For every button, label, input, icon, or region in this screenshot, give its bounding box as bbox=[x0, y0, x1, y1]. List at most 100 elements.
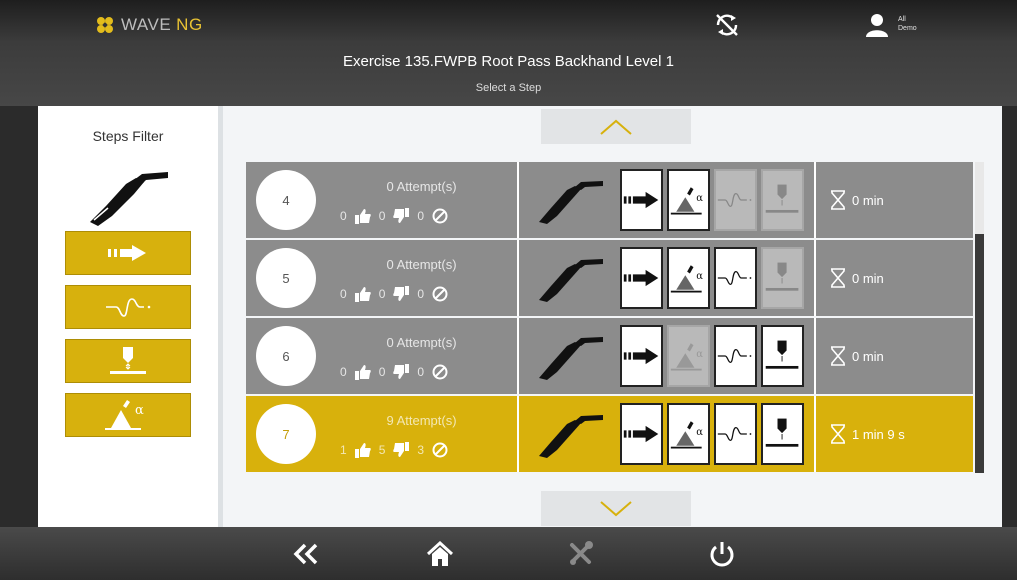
time-spent: 0 min bbox=[852, 270, 884, 286]
attempts-cell: 0 Attempt(s) 0 0 0 bbox=[326, 240, 519, 316]
speed-arrow-icon bbox=[623, 191, 659, 209]
angle-tile: α bbox=[667, 169, 710, 231]
cancel-icon bbox=[432, 442, 448, 458]
tools-icon bbox=[570, 541, 593, 565]
user-name: All Demo bbox=[898, 15, 917, 33]
svg-text:α: α bbox=[696, 193, 703, 204]
time-spent: 0 min bbox=[852, 348, 884, 364]
cancel-count: 0 bbox=[417, 365, 425, 379]
success-count: 0 bbox=[340, 209, 347, 223]
header-bar: WAVE NG All Demo Exercise 135.FWPB Root … bbox=[0, 0, 1017, 106]
filter-wave-button[interactable] bbox=[65, 285, 191, 329]
step-features-cell: α bbox=[519, 162, 816, 238]
attempt-stats: 0 0 0 bbox=[340, 364, 448, 380]
steps-scrollbar[interactable] bbox=[975, 162, 984, 473]
svg-text:α: α bbox=[135, 403, 144, 418]
back-double-chevron-icon bbox=[293, 543, 318, 565]
filter-stickout-button[interactable] bbox=[65, 339, 191, 383]
step-row-4[interactable]: 4 0 Attempt(s) 0 0 0 α 0 min bbox=[246, 162, 973, 238]
welding-torch-icon bbox=[539, 181, 603, 224]
hourglass-icon bbox=[831, 268, 845, 288]
step-features-cell: α bbox=[519, 396, 816, 472]
attempt-stats: 1 5 3 bbox=[340, 442, 448, 458]
stickout-icon bbox=[765, 340, 799, 369]
welding-torch-icon bbox=[90, 172, 168, 226]
step-row-7-selected[interactable]: 7 9 Attempt(s) 1 5 3 α 1 min 9 s bbox=[246, 396, 973, 472]
filter-speed-button[interactable] bbox=[65, 231, 191, 275]
step-row-5[interactable]: 5 0 Attempt(s) 0 0 0 α 0 min bbox=[246, 240, 973, 316]
speed-tile bbox=[620, 169, 663, 231]
brand-wave-text: WAVE bbox=[121, 15, 172, 34]
speed-arrow-icon bbox=[623, 269, 659, 287]
cancel-icon bbox=[432, 286, 448, 302]
stickout-icon bbox=[110, 347, 146, 374]
step-number-cell: 5 bbox=[246, 240, 326, 316]
speed-arrow-icon bbox=[623, 425, 659, 443]
scrollbar-thumb[interactable] bbox=[975, 234, 984, 473]
user-icon bbox=[866, 14, 888, 37]
fail-count: 5 bbox=[378, 443, 386, 457]
time-spent: 1 min 9 s bbox=[852, 426, 905, 442]
wave-signal-icon bbox=[717, 193, 752, 207]
back-button[interactable] bbox=[289, 539, 323, 569]
step-features-cell: α bbox=[519, 240, 816, 316]
angle-tile: α bbox=[667, 325, 710, 387]
hourglass-icon bbox=[831, 424, 845, 444]
wave-signal-icon bbox=[717, 271, 752, 285]
steps-list: 4 0 Attempt(s) 0 0 0 α 0 min 5 0 Attempt… bbox=[246, 162, 973, 473]
angle-icon: α bbox=[670, 265, 703, 293]
filter-angle-button[interactable]: α bbox=[65, 393, 191, 437]
step-row-6[interactable]: 6 0 Attempt(s) 0 0 0 α 0 min bbox=[246, 318, 973, 394]
tools-button[interactable] bbox=[564, 539, 598, 569]
fail-count: 0 bbox=[378, 287, 386, 301]
speed-tile bbox=[620, 325, 663, 387]
attempt-stats: 0 0 0 bbox=[340, 286, 448, 302]
wave-tile bbox=[714, 403, 757, 465]
thumbs-up-icon bbox=[354, 365, 371, 380]
main-panel: Steps Filter α 4 0 Attempt(s) 0 0 0 α 0 … bbox=[38, 106, 1002, 527]
thumbs-down-icon bbox=[393, 286, 410, 301]
fail-count: 0 bbox=[378, 365, 386, 379]
stickout-icon bbox=[765, 418, 799, 447]
wave-signal-icon bbox=[717, 349, 752, 363]
angle-tile: α bbox=[667, 403, 710, 465]
wave-tile bbox=[714, 247, 757, 309]
user-line-2: Demo bbox=[898, 25, 917, 32]
user-account[interactable]: All Demo bbox=[866, 13, 917, 37]
svg-text:α: α bbox=[696, 427, 703, 438]
wave-tile bbox=[714, 169, 757, 231]
cancel-count: 3 bbox=[417, 443, 425, 457]
stickout-icon bbox=[765, 184, 799, 213]
user-line-1: All bbox=[898, 16, 906, 23]
wave-tile bbox=[714, 325, 757, 387]
power-button[interactable] bbox=[705, 539, 739, 569]
attempts-count: 0 Attempt(s) bbox=[386, 257, 457, 272]
step-number-cell: 4 bbox=[246, 162, 326, 238]
sync-disabled-icon[interactable] bbox=[713, 13, 741, 37]
time-cell: 0 min bbox=[816, 162, 973, 238]
angle-icon: α bbox=[670, 421, 703, 449]
thumbs-up-icon bbox=[354, 209, 371, 224]
chevron-up-icon bbox=[600, 119, 632, 135]
success-count: 0 bbox=[340, 287, 347, 301]
select-step-subtitle: Select a Step bbox=[475, 82, 542, 94]
home-button[interactable] bbox=[423, 539, 457, 569]
svg-text:α: α bbox=[696, 271, 703, 282]
hourglass-icon bbox=[831, 190, 845, 210]
wave-signal-icon bbox=[106, 298, 151, 317]
scroll-down-button[interactable] bbox=[541, 491, 691, 526]
step-number-cell: 6 bbox=[246, 318, 326, 394]
time-cell: 1 min 9 s bbox=[816, 396, 973, 472]
angle-icon: α bbox=[670, 187, 703, 215]
scroll-up-button[interactable] bbox=[541, 109, 691, 144]
cancel-count: 0 bbox=[417, 287, 425, 301]
attempts-count: 0 Attempt(s) bbox=[386, 179, 457, 194]
cancel-icon bbox=[432, 208, 448, 224]
bottom-nav-bar bbox=[0, 527, 1017, 580]
thumbs-up-icon bbox=[354, 443, 371, 458]
wave-signal-icon bbox=[717, 427, 752, 441]
step-number: 7 bbox=[256, 404, 316, 464]
step-number-cell: 7 bbox=[246, 396, 326, 472]
angle-icon: α bbox=[670, 343, 703, 371]
success-count: 0 bbox=[340, 365, 347, 379]
